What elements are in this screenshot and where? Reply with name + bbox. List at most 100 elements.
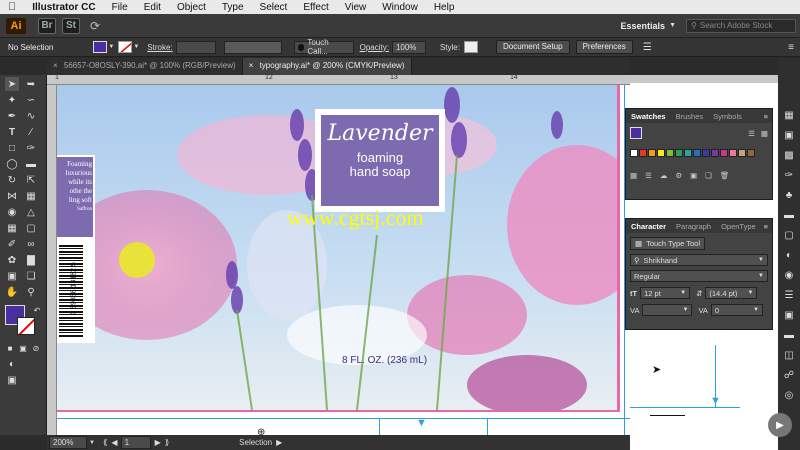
- tab-opentype[interactable]: OpenType: [716, 222, 761, 231]
- line-tool-icon[interactable]: ∕: [24, 125, 38, 139]
- color-swatch[interactable]: [666, 149, 674, 157]
- next-page-icon[interactable]: ▶: [155, 438, 161, 447]
- pathfinder-dock-icon[interactable]: ◫: [782, 348, 796, 362]
- gradient-mode-icon[interactable]: ▣: [16, 341, 30, 355]
- align-dock-icon[interactable]: ▬: [782, 328, 796, 342]
- color-swatch[interactable]: [747, 149, 755, 157]
- preferences-button[interactable]: Preferences: [575, 40, 633, 54]
- grid-view-icon[interactable]: ▦: [761, 129, 768, 138]
- stroke-label[interactable]: Stroke:: [147, 43, 172, 52]
- screen-mode-icon[interactable]: ▣: [5, 373, 19, 387]
- workspace-switcher[interactable]: Essentials: [621, 21, 666, 31]
- vertical-ruler[interactable]: [47, 85, 57, 435]
- list-view-icon[interactable]: ☰: [748, 129, 755, 138]
- tab-swatches[interactable]: Swatches: [626, 112, 671, 121]
- rectangle-tool-icon[interactable]: □: [5, 141, 19, 155]
- opacity-field[interactable]: 100%: [391, 40, 426, 54]
- perspective-grid-icon[interactable]: △: [24, 205, 38, 219]
- status-arrow-icon[interactable]: ▶: [276, 438, 282, 447]
- color-swatch[interactable]: [675, 149, 683, 157]
- symbol-sprayer-icon[interactable]: ✿: [5, 253, 19, 267]
- chevron-down-icon[interactable]: ▼: [89, 440, 95, 446]
- status-mode[interactable]: Selection: [239, 438, 272, 447]
- color-swatch[interactable]: [684, 149, 692, 157]
- menu-effect[interactable]: Effect: [295, 2, 336, 13]
- color-swatch[interactable]: [720, 149, 728, 157]
- blend-tool-icon[interactable]: ∞: [24, 237, 38, 251]
- brushes-dock-icon[interactable]: ✑: [782, 168, 796, 182]
- symbols-dock-icon[interactable]: ♣: [782, 188, 796, 202]
- stock-button[interactable]: St: [62, 17, 80, 34]
- chevron-down-icon[interactable]: ▼: [133, 44, 139, 50]
- tab-document-1[interactable]: × 56657-O8OSLY-390.ai* @ 100% (RGB/Previ…: [47, 58, 243, 75]
- hand-tool-icon[interactable]: ✋: [5, 285, 19, 299]
- curvature-tool-icon[interactable]: ∿: [24, 109, 38, 123]
- libraries-icon[interactable]: ▣: [782, 128, 796, 142]
- links-dock-icon[interactable]: ☍: [782, 368, 796, 382]
- menu-view[interactable]: View: [337, 2, 375, 13]
- eraser-icon[interactable]: ▬: [24, 157, 38, 171]
- tab-close-icon[interactable]: ×: [249, 61, 254, 70]
- layers-dock-icon[interactable]: ☰: [782, 288, 796, 302]
- color-swatch[interactable]: [729, 149, 737, 157]
- align-icon[interactable]: ☰: [643, 42, 652, 53]
- pen-tool-icon[interactable]: ✒: [5, 109, 19, 123]
- width-tool-icon[interactable]: ⋈: [5, 189, 19, 203]
- leading-field[interactable]: (14.4 pt) ▼: [705, 287, 758, 299]
- brush-definition[interactable]: Touch Call...: [293, 38, 354, 56]
- mesh-tool-icon[interactable]: ▦: [5, 221, 19, 235]
- menu-object[interactable]: Object: [169, 2, 214, 13]
- rotate-tool-icon[interactable]: ↻: [5, 173, 19, 187]
- transparency-dock-icon[interactable]: ◐: [782, 248, 796, 262]
- prev-page-icon[interactable]: ◀: [111, 438, 117, 447]
- new-group-icon[interactable]: ▣: [690, 171, 697, 180]
- artboard-canvas[interactable]: Foaming luxurious while its othe the lin…: [57, 85, 630, 435]
- menu-type[interactable]: Type: [214, 2, 252, 13]
- play-button[interactable]: ▶: [768, 413, 792, 437]
- magic-wand-icon[interactable]: ✦: [5, 93, 19, 107]
- options-icon[interactable]: ⚙: [675, 171, 682, 180]
- stroke-dock-icon[interactable]: ▬: [782, 208, 796, 222]
- stock-search-input[interactable]: ⚲ Search Adobe Stock: [686, 18, 796, 33]
- horizontal-ruler[interactable]: 1 12 13 14 15: [47, 74, 638, 85]
- lasso-icon[interactable]: ∽: [24, 93, 38, 107]
- fill-swatch[interactable]: [93, 41, 108, 53]
- swap-colors-icon[interactable]: ↶: [30, 303, 44, 317]
- gradient-tool-icon[interactable]: ▢: [24, 221, 38, 235]
- slice-tool-icon[interactable]: ❏: [24, 269, 38, 283]
- variable-width-profile[interactable]: [223, 40, 282, 54]
- font-style-field[interactable]: Regular ▼: [630, 270, 768, 282]
- app-name-menu[interactable]: Illustrator CC: [24, 2, 103, 13]
- column-graph-icon[interactable]: ▇: [24, 253, 38, 267]
- font-family-field[interactable]: ⚲ Shrikhand ▼: [630, 254, 768, 266]
- tab-symbols[interactable]: Symbols: [708, 112, 747, 121]
- color-swatch[interactable]: [639, 149, 647, 157]
- opacity-label[interactable]: Opacity:: [360, 43, 389, 52]
- panel-menu-icon[interactable]: ≡: [788, 42, 794, 53]
- color-swatch[interactable]: [702, 149, 710, 157]
- trash-icon[interactable]: 🗑: [720, 171, 730, 180]
- bridge-button[interactable]: Br: [38, 17, 56, 34]
- chevron-down-icon[interactable]: ▼: [108, 44, 114, 50]
- color-mode-icon[interactable]: ■: [3, 341, 17, 355]
- draw-mode-icon[interactable]: ◐: [5, 357, 19, 371]
- paintbrush-icon[interactable]: ✑: [24, 141, 38, 155]
- apple-icon[interactable]: : [0, 1, 24, 13]
- panel-menu-icon[interactable]: ≡: [764, 112, 768, 121]
- artboards-dock-icon[interactable]: ▣: [782, 308, 796, 322]
- type-tool-icon[interactable]: T: [5, 125, 19, 139]
- properties-icon[interactable]: ▦: [782, 108, 796, 122]
- scale-tool-icon[interactable]: ⇱: [24, 173, 38, 187]
- zoom-field[interactable]: 200%: [49, 436, 87, 449]
- menu-file[interactable]: File: [104, 2, 136, 13]
- tab-paragraph[interactable]: Paragraph: [671, 222, 716, 231]
- color-swatch[interactable]: [738, 149, 746, 157]
- menu-select[interactable]: Select: [252, 2, 296, 13]
- gradient-dock-icon[interactable]: ▢: [782, 228, 796, 242]
- font-size-field[interactable]: 12 pt ▼: [640, 287, 691, 299]
- active-fill-swatch[interactable]: [630, 127, 642, 139]
- color-swatch[interactable]: [711, 149, 719, 157]
- direct-selection-tool-icon[interactable]: ➥: [24, 77, 38, 91]
- artboard-number-field[interactable]: 1: [120, 436, 151, 449]
- graphic-style-swatch[interactable]: [463, 41, 478, 53]
